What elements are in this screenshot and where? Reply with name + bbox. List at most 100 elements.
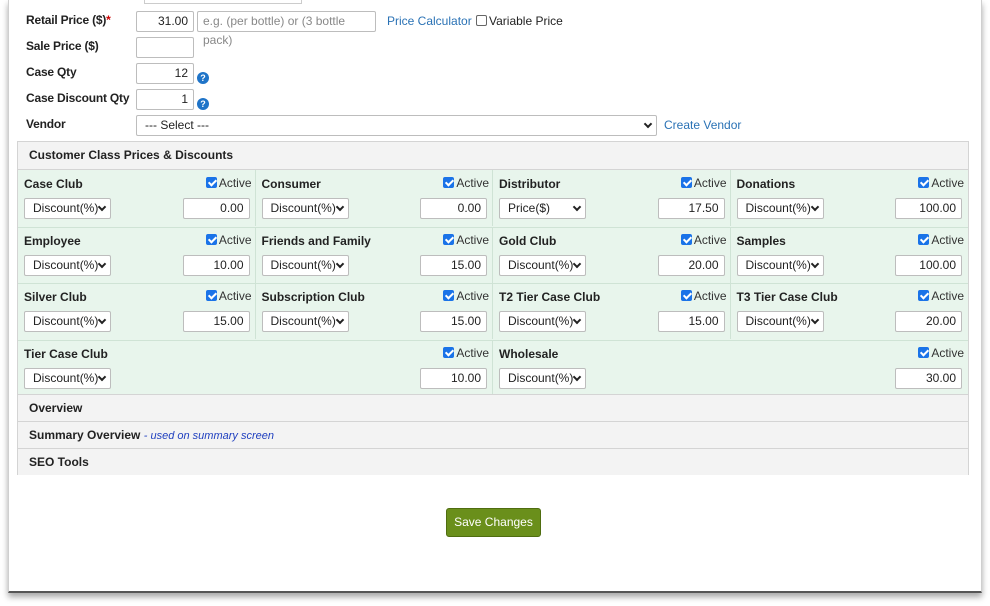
customer-class-cell: Wholesale Active Discount(%) 30.00 bbox=[493, 340, 968, 396]
sale-price-input[interactable] bbox=[136, 37, 194, 58]
checkbox-icon[interactable] bbox=[918, 233, 930, 245]
chevron-down-icon bbox=[97, 202, 107, 212]
active-checkbox[interactable]: Active bbox=[680, 289, 727, 303]
case-discount-qty-input[interactable]: 1 bbox=[136, 89, 194, 110]
discount-value-input[interactable]: 20.00 bbox=[895, 311, 962, 332]
case-qty-input[interactable]: 12 bbox=[136, 63, 194, 84]
checkbox-icon[interactable] bbox=[205, 233, 217, 245]
discount-value-input[interactable]: 15.00 bbox=[657, 311, 725, 332]
active-checkbox[interactable]: Active bbox=[918, 176, 964, 190]
active-checkbox[interactable]: Active bbox=[205, 176, 252, 190]
checkbox-icon[interactable] bbox=[918, 346, 930, 358]
seo-tools-section[interactable]: SEO Tools bbox=[18, 448, 968, 475]
retail-price-label: Retail Price ($)* bbox=[26, 13, 111, 27]
discount-type-select[interactable]: Discount(%) bbox=[736, 311, 824, 332]
chevron-down-icon bbox=[335, 259, 344, 268]
discount-type-select[interactable]: Discount(%) bbox=[24, 198, 111, 219]
discount-value-input[interactable]: 15.00 bbox=[182, 311, 250, 332]
discount-value-input[interactable]: 30.00 bbox=[895, 367, 962, 389]
discount-type-value: Discount(%) bbox=[33, 201, 99, 215]
discount-type-select[interactable]: Discount(%) bbox=[736, 198, 824, 219]
discount-value-input[interactable]: 15.00 bbox=[420, 311, 487, 332]
discount-type-select[interactable]: Discount(%) bbox=[736, 254, 824, 276]
discount-type-value: Discount(%) bbox=[33, 257, 99, 272]
customer-class-name: Employee bbox=[24, 233, 81, 248]
active-checkbox[interactable]: Active bbox=[443, 176, 489, 190]
customer-class-section: Customer Class Prices & Discounts Case C… bbox=[17, 141, 969, 475]
checkbox-icon[interactable] bbox=[476, 15, 487, 26]
vendor-select[interactable]: --- Select --- bbox=[136, 115, 657, 136]
active-label: Active bbox=[931, 289, 964, 303]
seo-tools-label: SEO Tools bbox=[29, 455, 89, 469]
checkbox-icon[interactable] bbox=[443, 233, 455, 245]
active-label: Active bbox=[456, 176, 489, 190]
discount-type-select[interactable]: Discount(%) bbox=[261, 198, 349, 219]
active-checkbox[interactable]: Active bbox=[918, 289, 964, 303]
create-vendor-link[interactable]: Create Vendor bbox=[664, 118, 741, 132]
active-label: Active bbox=[693, 232, 727, 247]
checkbox-icon[interactable] bbox=[680, 290, 692, 301]
checkbox-icon[interactable] bbox=[443, 290, 455, 301]
discount-type-value: Discount(%) bbox=[745, 257, 811, 272]
variable-price-label: Variable Price bbox=[489, 14, 563, 28]
discount-value-input[interactable]: 15.00 bbox=[420, 254, 487, 276]
summary-overview-section[interactable]: Summary Overview - used on summary scree… bbox=[18, 421, 968, 448]
summary-overview-note: - used on summary screen bbox=[143, 430, 274, 442]
discount-type-select[interactable]: Discount(%) bbox=[499, 367, 586, 389]
chevron-down-icon bbox=[810, 259, 819, 268]
variable-price-checkbox[interactable]: Variable Price bbox=[476, 14, 563, 28]
active-label: Active bbox=[693, 289, 727, 303]
active-checkbox[interactable]: Active bbox=[918, 346, 964, 360]
discount-value-input[interactable]: 17.50 bbox=[657, 198, 725, 219]
discount-type-select[interactable]: Discount(%) bbox=[24, 254, 111, 276]
checkbox-icon[interactable] bbox=[443, 346, 455, 358]
active-checkbox[interactable]: Active bbox=[205, 232, 252, 247]
save-changes-button[interactable]: Save Changes bbox=[446, 508, 541, 537]
customer-class-header[interactable]: Customer Class Prices & Discounts bbox=[18, 142, 968, 170]
discount-value-input[interactable]: 10.00 bbox=[182, 254, 250, 276]
active-checkbox[interactable]: Active bbox=[918, 233, 964, 247]
retail-price-hint-input[interactable]: e.g. (per bottle) or (3 bottle pack) bbox=[197, 11, 376, 47]
active-label: Active bbox=[218, 232, 252, 247]
checkbox-icon[interactable] bbox=[918, 290, 930, 301]
checkbox-icon[interactable] bbox=[918, 177, 930, 188]
question-icon[interactable]: ? bbox=[197, 98, 209, 110]
overview-section[interactable]: Overview bbox=[18, 394, 968, 421]
active-checkbox[interactable]: Active bbox=[680, 232, 727, 247]
discount-type-select[interactable]: Price($) bbox=[499, 198, 586, 219]
discount-type-value: Discount(%) bbox=[745, 201, 811, 215]
active-checkbox[interactable]: Active bbox=[443, 346, 489, 360]
retail-price-input[interactable]: 31.00 bbox=[136, 11, 194, 32]
chevron-down-icon bbox=[335, 202, 344, 212]
active-label: Active bbox=[456, 289, 489, 303]
discount-value-input[interactable]: 20.00 bbox=[657, 254, 725, 276]
checkbox-icon[interactable] bbox=[680, 233, 692, 245]
chevron-down-icon bbox=[97, 259, 107, 268]
chevron-down-icon bbox=[97, 315, 107, 325]
active-checkbox[interactable]: Active bbox=[443, 289, 489, 303]
discount-type-select[interactable]: Discount(%) bbox=[261, 311, 349, 332]
discount-type-select[interactable]: Discount(%) bbox=[24, 311, 111, 332]
active-checkbox[interactable]: Active bbox=[443, 233, 489, 247]
checkbox-icon[interactable] bbox=[443, 177, 455, 188]
customer-class-cell: Donations Active Discount(%) 100.00 bbox=[731, 170, 969, 226]
active-checkbox[interactable]: Active bbox=[205, 289, 252, 303]
discount-type-select[interactable]: Discount(%) bbox=[24, 367, 111, 389]
discount-type-select[interactable]: Discount(%) bbox=[499, 254, 586, 276]
customer-class-grid: Case Club Active Discount(%) 0.00 Consumer Ac… bbox=[18, 170, 969, 396]
discount-value-input[interactable]: 100.00 bbox=[895, 198, 962, 219]
chevron-down-icon bbox=[335, 315, 344, 325]
discount-value-input[interactable]: 0.00 bbox=[420, 198, 487, 219]
price-calculator-link[interactable]: Price Calculator bbox=[387, 14, 472, 28]
active-checkbox[interactable]: Active bbox=[680, 176, 727, 190]
question-icon[interactable]: ? bbox=[197, 72, 209, 84]
checkbox-icon[interactable] bbox=[205, 177, 217, 188]
discount-value-input[interactable]: 10.00 bbox=[420, 367, 487, 389]
discount-value-input[interactable]: 100.00 bbox=[895, 254, 962, 276]
checkbox-icon[interactable] bbox=[205, 290, 217, 301]
discount-type-select[interactable]: Discount(%) bbox=[499, 311, 586, 332]
discount-value-input[interactable]: 0.00 bbox=[182, 198, 250, 219]
customer-class-name: Subscription Club bbox=[261, 290, 365, 304]
discount-type-select[interactable]: Discount(%) bbox=[261, 254, 349, 276]
checkbox-icon[interactable] bbox=[680, 177, 692, 188]
